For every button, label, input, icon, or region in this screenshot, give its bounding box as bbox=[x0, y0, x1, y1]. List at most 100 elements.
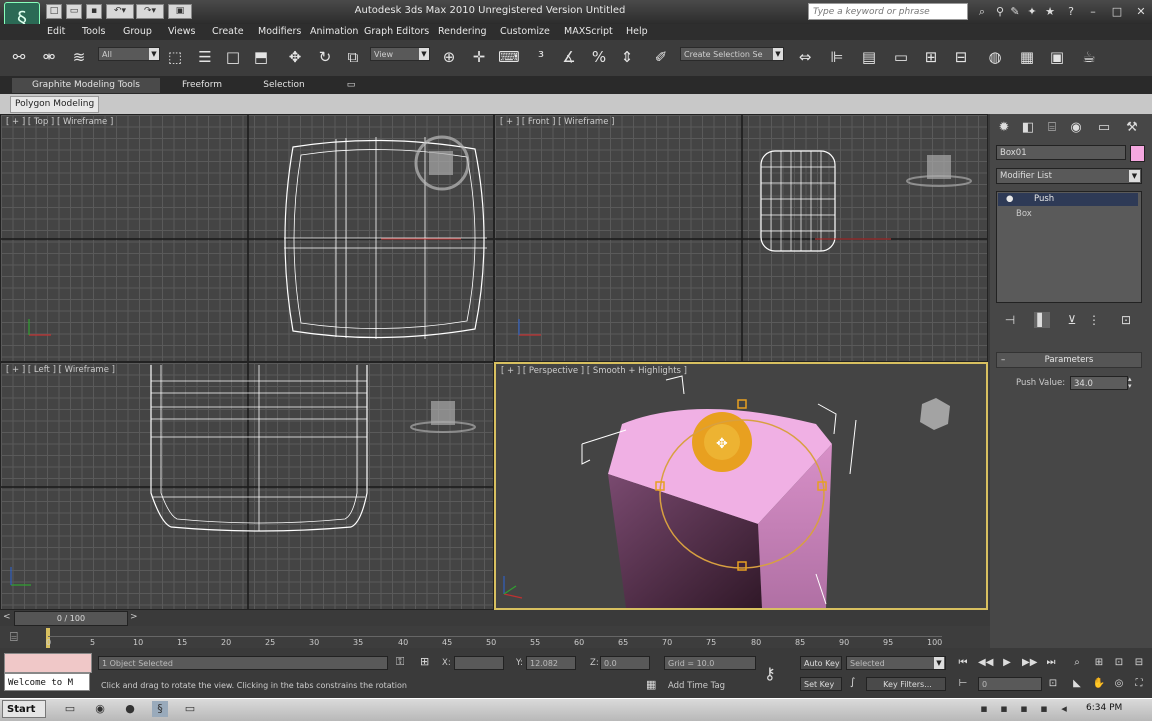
menu-views[interactable]: Views bbox=[168, 26, 196, 37]
object-name-field[interactable]: Box01 bbox=[996, 145, 1126, 160]
tray-icon-1[interactable]: ▪ bbox=[976, 701, 992, 717]
time-configuration-icon[interactable]: ⊡ bbox=[1046, 677, 1060, 691]
ribbon-options-icon[interactable]: ▭ bbox=[344, 78, 358, 93]
menu-animation[interactable]: Animation bbox=[310, 26, 358, 37]
mini-curve-editor-icon[interactable]: ⌸ bbox=[10, 630, 18, 645]
selection-lock-icon[interactable]: ⚿ bbox=[396, 655, 404, 669]
material-editor-icon[interactable]: ◍ bbox=[984, 46, 1006, 68]
key-mode-toggle-icon[interactable]: ⊢ bbox=[956, 677, 970, 691]
display-tab-icon[interactable]: ▭ bbox=[1094, 118, 1114, 138]
zoom-icon[interactable]: ⌕ bbox=[1070, 656, 1084, 670]
select-link-icon[interactable]: ⚯ bbox=[8, 46, 30, 68]
graphite-toggle-icon[interactable]: ▭ bbox=[890, 46, 912, 68]
next-frame-icon[interactable]: ▶▶ bbox=[1022, 656, 1037, 670]
menu-modifiers[interactable]: Modifiers bbox=[258, 26, 301, 37]
menu-group[interactable]: Group bbox=[123, 26, 152, 37]
project-folder-icon[interactable]: ▣ bbox=[168, 4, 192, 19]
window-crossing-icon[interactable]: ⬒ bbox=[250, 46, 272, 68]
select-object-icon[interactable]: ⬚ bbox=[164, 46, 186, 68]
curve-editor-icon[interactable]: ⊞ bbox=[920, 46, 942, 68]
modifier-list-dropdown[interactable]: Modifier List ▼ bbox=[996, 168, 1142, 184]
rectangular-selection-icon[interactable]: □ bbox=[222, 46, 244, 68]
y-coordinate-field[interactable]: 12.082 bbox=[526, 656, 576, 670]
show-end-result-icon[interactable]: ▌ bbox=[1034, 312, 1050, 328]
task-window-icon[interactable]: ▭ bbox=[182, 701, 198, 717]
motion-tab-icon[interactable]: ◉ bbox=[1066, 118, 1086, 138]
time-tag-icon[interactable]: ▦ bbox=[646, 678, 656, 691]
show-desktop-icon[interactable]: ▭ bbox=[62, 701, 78, 717]
create-tab-icon[interactable]: ✹ bbox=[994, 118, 1014, 138]
lightbulb-icon[interactable]: ● bbox=[1006, 193, 1013, 206]
snaps-toggle-icon[interactable]: ³ bbox=[530, 46, 552, 68]
set-key-button[interactable]: Set Key bbox=[800, 677, 842, 691]
favorites-star-icon[interactable]: ★ bbox=[1043, 5, 1057, 19]
viewport-left-label[interactable]: [ + ] [ Left ] [ Wireframe ] bbox=[6, 365, 115, 375]
subscription-icon[interactable]: ⚲ bbox=[993, 5, 1007, 19]
auto-key-button[interactable]: Auto Key bbox=[800, 656, 842, 670]
previous-frame-icon[interactable]: ◀◀ bbox=[978, 656, 993, 670]
help-icon[interactable]: ? bbox=[1064, 5, 1078, 19]
undo-icon[interactable]: ↶▾ bbox=[106, 4, 134, 19]
orbit-icon[interactable]: ◎ bbox=[1112, 677, 1126, 691]
named-selection-dropdown[interactable]: Create Selection Se ▼ bbox=[680, 47, 784, 61]
remove-modifier-icon[interactable]: ⋮ bbox=[1086, 312, 1102, 328]
time-slider-thumb[interactable]: 0 / 100 bbox=[14, 611, 128, 626]
bind-space-warp-icon[interactable]: ≋ bbox=[68, 46, 90, 68]
viewport-front-label[interactable]: [ + ] [ Front ] [ Wireframe ] bbox=[500, 117, 614, 127]
volume-icon[interactable]: ◂ bbox=[1056, 701, 1072, 717]
pin-stack-icon[interactable]: ⊣ bbox=[1002, 312, 1018, 328]
tray-icon-3[interactable]: ▪ bbox=[1016, 701, 1032, 717]
modify-tab-icon[interactable]: ◧ bbox=[1018, 118, 1038, 138]
stack-item-push[interactable]: ● Push bbox=[998, 193, 1138, 206]
set-key-key-icon[interactable]: ⚷ bbox=[764, 664, 776, 683]
field-of-view-icon[interactable]: ◣ bbox=[1070, 677, 1084, 691]
viewport-perspective-label[interactable]: [ + ] [ Perspective ] [ Smooth + Highlig… bbox=[501, 366, 687, 376]
angle-snap-icon[interactable]: ∡ bbox=[558, 46, 580, 68]
layer-manager-icon[interactable]: ▤ bbox=[858, 46, 880, 68]
maxscript-listener-input[interactable]: Welcome to M bbox=[4, 673, 90, 691]
tools-icon[interactable]: ✦ bbox=[1025, 5, 1039, 19]
select-by-name-icon[interactable]: ☰ bbox=[194, 46, 216, 68]
object-color-swatch[interactable] bbox=[1130, 145, 1145, 162]
reference-coordinate-dropdown[interactable]: View ▼ bbox=[370, 47, 430, 61]
schematic-view-icon[interactable]: ⊟ bbox=[950, 46, 972, 68]
hierarchy-tab-icon[interactable]: ⌸ bbox=[1042, 118, 1062, 138]
tray-icon-4[interactable]: ▪ bbox=[1036, 701, 1052, 717]
communication-icon[interactable]: ✎ bbox=[1008, 5, 1022, 19]
viewport-top[interactable]: [ + ] [ Top ] [ Wireframe ] bbox=[0, 114, 494, 362]
viewport-left[interactable]: [ + ] [ Left ] [ Wireframe ] bbox=[0, 362, 494, 610]
tab-graphite-modeling-tools[interactable]: Graphite Modeling Tools bbox=[12, 78, 160, 93]
tray-icon-2[interactable]: ▪ bbox=[996, 701, 1012, 717]
add-time-tag-button[interactable]: Add Time Tag bbox=[668, 681, 725, 691]
configure-modifier-sets-icon[interactable]: ⊡ bbox=[1118, 312, 1134, 328]
parameters-rollout-header[interactable]: – Parameters bbox=[996, 352, 1142, 368]
play-icon[interactable]: ▶ bbox=[1000, 656, 1014, 670]
menu-maxscript[interactable]: MAXScript bbox=[564, 26, 613, 37]
edit-named-selection-icon[interactable]: ✐ bbox=[650, 46, 672, 68]
push-value-spinner[interactable]: 34.0 bbox=[1070, 376, 1128, 390]
default-in-out-tangent-icon[interactable]: ∫ bbox=[850, 677, 855, 688]
pan-view-icon[interactable]: ✋ bbox=[1092, 677, 1106, 691]
keyboard-shortcut-override-icon[interactable]: ⌨ bbox=[498, 46, 520, 68]
menu-tools[interactable]: Tools bbox=[82, 26, 105, 37]
panel-polygon-modeling[interactable]: Polygon Modeling bbox=[10, 96, 100, 113]
select-manipulate-icon[interactable]: ✛ bbox=[468, 46, 490, 68]
new-file-icon[interactable]: □ bbox=[46, 4, 62, 19]
unlink-icon[interactable]: ⚮ bbox=[38, 46, 60, 68]
selection-filter-dropdown[interactable]: All ▼ bbox=[98, 47, 160, 61]
go-to-end-icon[interactable]: ⏭ bbox=[1044, 656, 1058, 670]
spinner-snap-icon[interactable]: ⇕ bbox=[616, 46, 638, 68]
maximize-viewport-icon[interactable]: ⛶ bbox=[1132, 677, 1146, 691]
render-teapot-icon[interactable]: ☕ bbox=[1078, 46, 1100, 68]
minimize-icon[interactable]: – bbox=[1082, 4, 1104, 19]
z-coordinate-field[interactable]: 0.0 bbox=[600, 656, 650, 670]
go-to-start-icon[interactable]: ⏮ bbox=[956, 656, 970, 670]
tab-selection[interactable]: Selection bbox=[252, 78, 316, 93]
zoom-extents-icon[interactable]: ⊡ bbox=[1112, 656, 1126, 670]
rendered-frame-window-icon[interactable]: ▣ bbox=[1046, 46, 1068, 68]
tab-freeform[interactable]: Freeform bbox=[170, 78, 234, 93]
current-frame-field[interactable]: 0 bbox=[978, 677, 1042, 691]
time-next-icon[interactable]: > bbox=[130, 612, 138, 622]
percent-snap-icon[interactable]: % bbox=[588, 46, 610, 68]
redo-icon[interactable]: ↷▾ bbox=[136, 4, 164, 19]
